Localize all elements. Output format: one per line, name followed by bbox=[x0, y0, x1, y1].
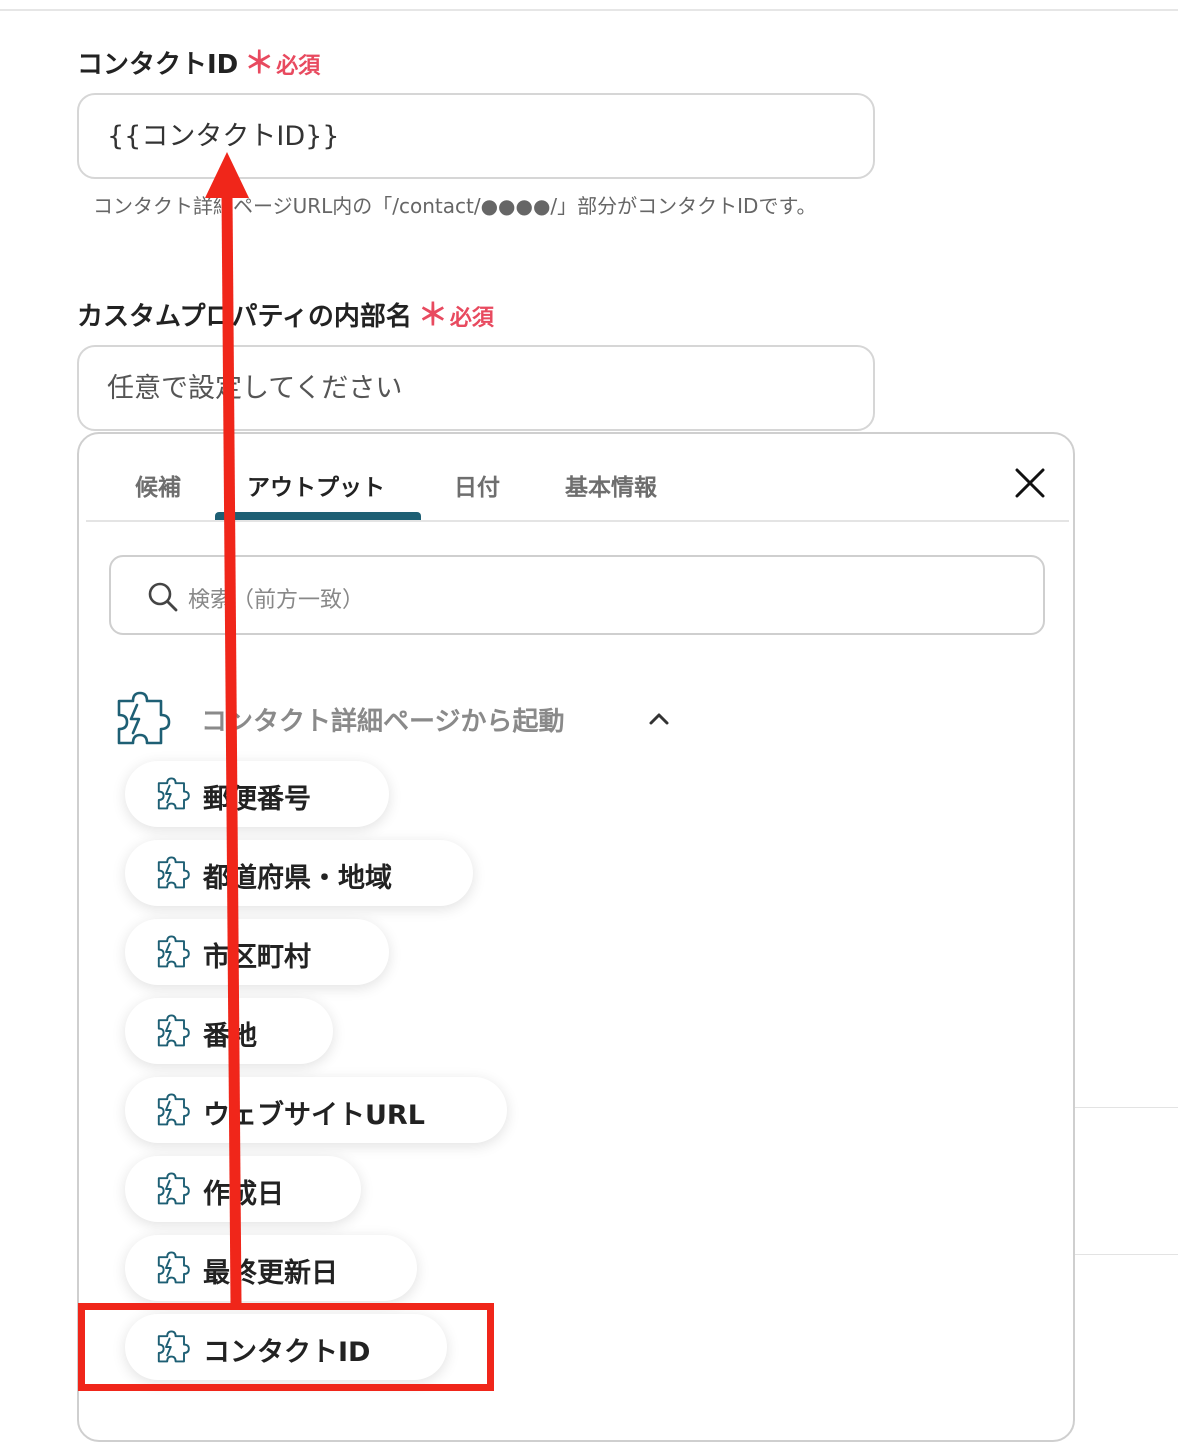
puzzle-icon bbox=[157, 1251, 190, 1284]
required-star: ＊ bbox=[244, 46, 275, 81]
search-input[interactable]: 検索（前方一致） bbox=[109, 555, 1045, 635]
puzzle-icon bbox=[157, 1093, 190, 1126]
output-item-last-updated[interactable]: 最終更新日 bbox=[125, 1235, 417, 1301]
output-item-label: 都道府県・地域 bbox=[203, 863, 392, 894]
tab-basic-info[interactable]: 基本情報 bbox=[565, 468, 657, 502]
output-item-created-date[interactable]: 作成日 bbox=[125, 1156, 361, 1222]
required-badge: ＊必須 bbox=[412, 298, 494, 333]
required-badge: ＊必須 bbox=[238, 46, 321, 81]
output-picker-panel: 候補 アウトプット 日付 基本情報 検索（前方一致） コンタクト詳細ページから起… bbox=[77, 432, 1075, 1442]
output-item-address[interactable]: 番地 bbox=[125, 998, 333, 1064]
trigger-group-header[interactable]: コンタクト詳細ページから起動 bbox=[111, 689, 671, 749]
output-item-website-url[interactable]: ウェブサイトURL bbox=[125, 1077, 507, 1143]
top-divider bbox=[0, 9, 1178, 11]
close-icon[interactable] bbox=[1013, 466, 1047, 500]
background-divider bbox=[1075, 1107, 1178, 1108]
tab-output[interactable]: アウトプット bbox=[247, 468, 385, 502]
tab-candidates[interactable]: 候補 bbox=[135, 468, 181, 502]
custom-property-label-text: カスタムプロパティの内部名 bbox=[77, 302, 412, 332]
required-text: 必須 bbox=[276, 54, 321, 79]
output-item-label: 市区町村 bbox=[203, 942, 311, 973]
custom-property-input[interactable]: 任意で設定してください bbox=[77, 345, 875, 431]
output-item-label: 最終更新日 bbox=[203, 1258, 338, 1289]
custom-property-label: カスタムプロパティの内部名 ＊必須 bbox=[77, 290, 494, 334]
trigger-group-label: コンタクト詳細ページから起動 bbox=[201, 707, 565, 737]
contact-id-label: コンタクトID ＊必須 bbox=[77, 38, 320, 82]
output-item-label: 作成日 bbox=[203, 1179, 284, 1210]
background-divider bbox=[1075, 1254, 1178, 1255]
required-text: 必須 bbox=[449, 306, 494, 331]
puzzle-icon bbox=[157, 777, 190, 810]
puzzle-icon bbox=[157, 1172, 190, 1205]
chevron-up-icon[interactable] bbox=[647, 707, 671, 731]
output-item-city[interactable]: 市区町村 bbox=[125, 919, 389, 985]
active-tab-indicator bbox=[215, 512, 421, 520]
output-item-postal-code[interactable]: 郵便番号 bbox=[125, 761, 389, 827]
output-item-label: 郵便番号 bbox=[203, 784, 311, 815]
output-item-label: 番地 bbox=[203, 1021, 257, 1052]
required-star: ＊ bbox=[417, 298, 448, 333]
tab-date[interactable]: 日付 bbox=[454, 468, 500, 502]
puzzle-icon bbox=[157, 935, 190, 968]
contact-id-input[interactable]: {{コンタクトID}} bbox=[77, 93, 875, 179]
puzzle-icon bbox=[157, 856, 190, 889]
contact-id-hint: コンタクト詳細ページURL内の「/contact/●●●●/」部分がコンタクトI… bbox=[93, 194, 817, 218]
output-item-prefecture[interactable]: 都道府県・地域 bbox=[125, 840, 473, 906]
puzzle-icon bbox=[157, 1014, 190, 1047]
tab-divider bbox=[86, 520, 1069, 522]
highlight-box bbox=[78, 1303, 494, 1391]
output-item-label: ウェブサイトURL bbox=[203, 1100, 425, 1131]
contact-id-label-text: コンタクトID bbox=[77, 50, 239, 80]
puzzle-icon bbox=[117, 691, 171, 745]
search-placeholder: 検索（前方一致） bbox=[188, 588, 365, 613]
search-icon bbox=[148, 582, 178, 612]
